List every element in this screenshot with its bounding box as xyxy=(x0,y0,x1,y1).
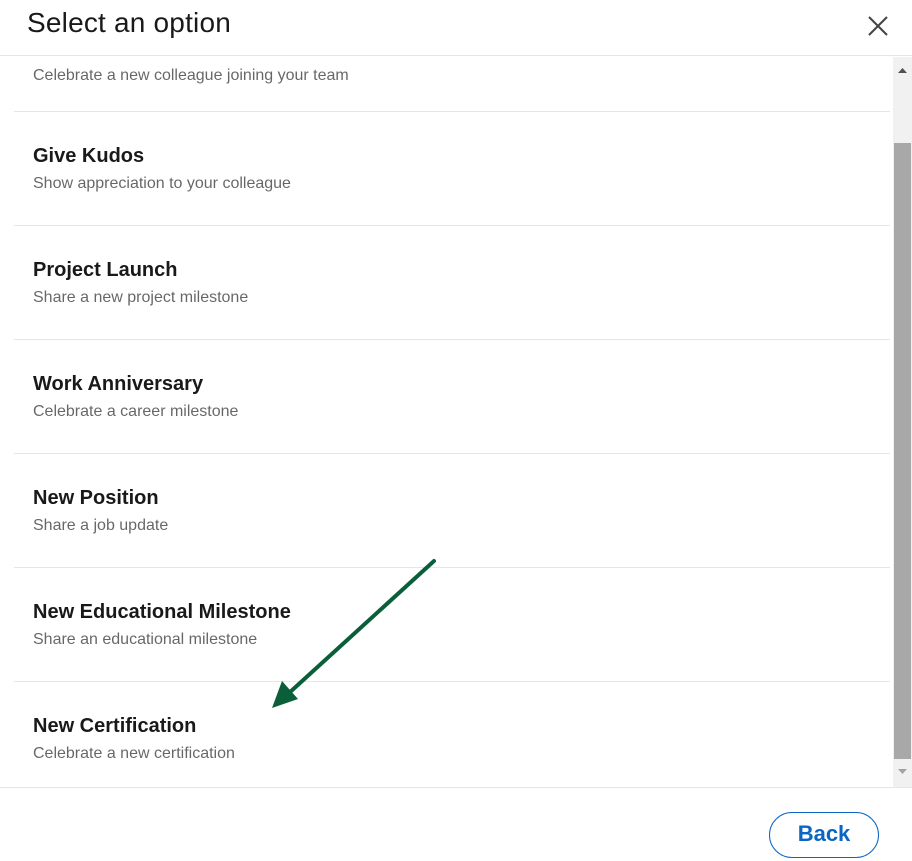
option-label: New Educational Milestone xyxy=(33,601,291,623)
vertical-scrollbar[interactable] xyxy=(893,57,912,787)
options-list: Celebrate a new colleague joining your t… xyxy=(14,57,890,787)
option-new-position[interactable]: New Position Share a job update xyxy=(14,454,890,568)
option-welcome[interactable]: Celebrate a new colleague joining your t… xyxy=(14,57,890,112)
option-new-educational-milestone[interactable]: New Educational Milestone Share an educa… xyxy=(14,568,890,682)
scroll-down-arrow-icon xyxy=(898,769,907,774)
close-icon xyxy=(868,16,888,36)
option-label: Give Kudos xyxy=(33,145,145,167)
select-option-dialog: Select an option Celebrate a new colleag… xyxy=(0,0,912,861)
option-description: Celebrate a new certification xyxy=(33,745,235,762)
option-description: Share a new project milestone xyxy=(33,289,249,306)
option-label: New Certification xyxy=(33,715,197,737)
scroll-thumb[interactable] xyxy=(894,143,911,759)
option-description: Celebrate a career milestone xyxy=(33,403,239,420)
option-label: New Position xyxy=(33,487,159,509)
back-button[interactable]: Back xyxy=(769,812,879,858)
scroll-down-button[interactable] xyxy=(893,763,912,780)
option-description: Share an educational milestone xyxy=(33,631,258,648)
option-project-launch[interactable]: Project Launch Share a new project miles… xyxy=(14,226,890,340)
option-work-anniversary[interactable]: Work Anniversary Celebrate a career mile… xyxy=(14,340,890,454)
option-description: Share a job update xyxy=(33,517,169,534)
option-give-kudos[interactable]: Give Kudos Show appreciation to your col… xyxy=(14,112,890,226)
scroll-up-arrow-icon xyxy=(898,68,907,73)
option-label: Project Launch xyxy=(33,259,178,281)
scroll-up-button[interactable] xyxy=(893,62,912,79)
close-button[interactable] xyxy=(858,6,898,46)
dialog-footer: Back xyxy=(0,787,912,861)
option-new-certification[interactable]: New Certification Celebrate a new certif… xyxy=(14,682,890,787)
dialog-header: Select an option xyxy=(0,0,912,56)
option-description: Celebrate a new colleague joining your t… xyxy=(33,67,349,84)
option-description: Show appreciation to your colleague xyxy=(33,175,291,192)
options-scroll-area[interactable]: Celebrate a new colleague joining your t… xyxy=(0,57,912,787)
dialog-title: Select an option xyxy=(27,7,232,38)
option-label: Work Anniversary xyxy=(33,373,204,395)
